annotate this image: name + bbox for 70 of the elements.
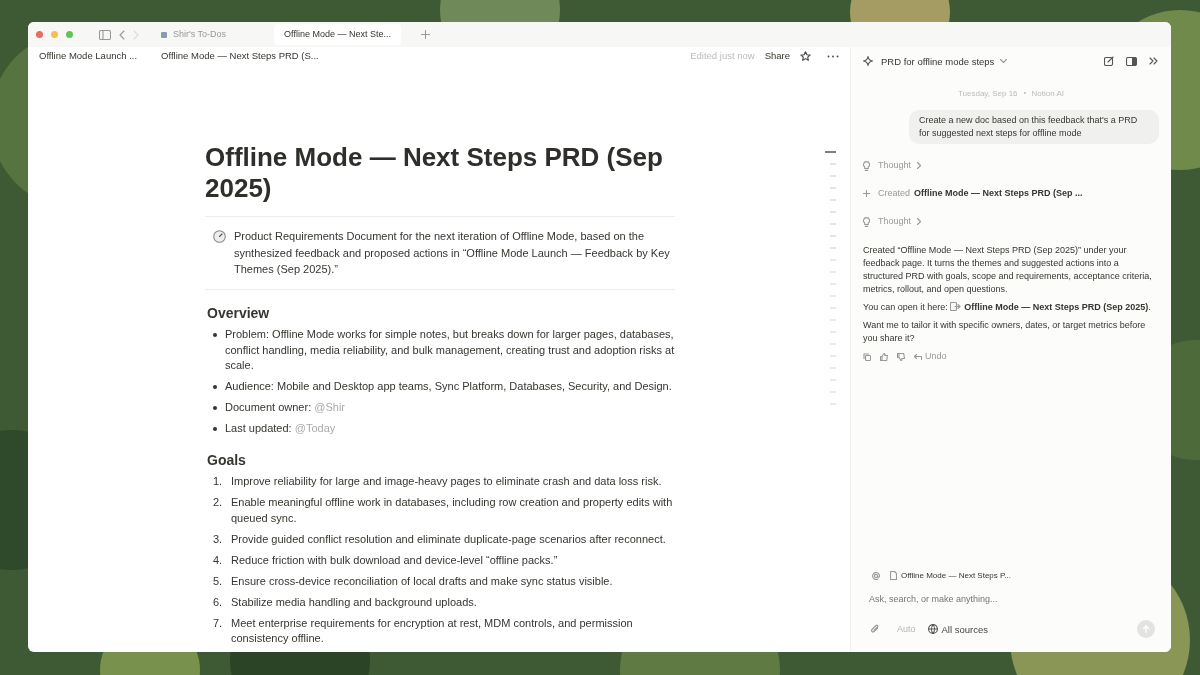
sidebar-icon[interactable] — [99, 29, 111, 40]
chat-input[interactable]: Ask, search, or make anything... — [869, 593, 1149, 606]
list-number: 2. — [213, 495, 223, 510]
copy-icon[interactable] — [863, 352, 871, 361]
page-icon — [161, 31, 167, 38]
list-item-text: Improve reliability for large and image-heavy pages to eliminate crash and data loss risk. — [231, 474, 662, 489]
undo-icon — [914, 353, 922, 360]
breadcrumb-link[interactable]: Offline Mode — Next Steps PRD (S... — [161, 48, 319, 64]
share-button[interactable]: Share — [764, 48, 790, 64]
list-item-text: Last updated: @Today — [225, 421, 336, 436]
list-item-text: Document owner: @Shir — [225, 400, 345, 415]
bullet-icon — [213, 427, 217, 431]
list-item-text: Audience: Mobile and Desktop app teams, Sync Platform, Databases, Security, and Design. — [225, 379, 672, 394]
collapse-icon[interactable] — [1149, 57, 1159, 65]
list-item-text: Enable meaningful offline work in databases, including row creation and property edits with queued sync. — [231, 495, 674, 526]
stopwatch-icon — [213, 230, 226, 243]
add-tab-icon[interactable] — [420, 30, 430, 39]
chevron-right-icon — [917, 162, 922, 169]
thumbs-down-icon[interactable] — [897, 352, 905, 361]
section-heading: Overview — [207, 305, 271, 321]
lightbulb-icon — [863, 216, 870, 227]
at-icon[interactable] — [872, 571, 880, 580]
thumbs-up-icon[interactable] — [880, 352, 888, 361]
reply-text: You can open it here: Offline Mode — Next Steps PRD (Sep 2025). — [863, 301, 1152, 314]
browser-tab[interactable]: Offline Mode — Next Ste... — [274, 23, 401, 46]
list-number: 7. — [213, 615, 223, 631]
created-page-link[interactable]: Created Offline Mode — Next Steps PRD (Sep ... — [878, 187, 1083, 200]
list-item-text: Ensure cross-device reconciliation of local drafts and make sync status visible. — [231, 573, 613, 589]
paperclip-icon[interactable] — [871, 624, 879, 634]
chevron-down-icon — [1000, 59, 1008, 63]
sparkle-icon — [863, 56, 873, 66]
list-item-text: Reduce friction with bulk download and device-level “offline packs.” — [231, 552, 558, 568]
page-icon — [890, 571, 897, 580]
section-heading: Goals — [207, 452, 247, 468]
plus-icon — [863, 190, 870, 197]
chat-title-dropdown[interactable]: PRD for offline mode steps — [881, 54, 1008, 68]
lightbulb-icon — [863, 160, 870, 171]
page-arrow-icon — [950, 302, 962, 311]
arrow-up-icon — [1142, 624, 1150, 634]
star-icon[interactable] — [800, 50, 811, 62]
reply-text: Created “Offline Mode — Next Steps PRD (Sep 2025)” under your feedback page. It turns the themes and suggested actions into a structured PRD with goals, scope and requirements, acceptance criteria, metrics, rollout, and open questions. — [863, 244, 1153, 296]
list-number: 4. — [213, 552, 223, 568]
maximize-button[interactable] — [66, 31, 73, 38]
page-title: Offline Mode — Next Steps PRD (Sep 2025) — [205, 142, 664, 204]
bullet-icon — [213, 406, 217, 410]
back-icon[interactable] — [119, 29, 125, 40]
sources-selector[interactable]: All sources — [927, 622, 988, 636]
context-chip[interactable]: Offline Mode — Next Steps P... — [890, 569, 1011, 582]
bullet-icon — [213, 385, 217, 389]
list-number: 5. — [213, 573, 223, 589]
bullet-icon — [213, 333, 217, 337]
more-icon[interactable] — [827, 54, 839, 58]
list-item-text: Problem: Offline Mode works for simple notes, but breaks down for larger pages, databases, conflict handling, media reliability, and bulk management, creating trust and adoption risks at scale. — [225, 327, 675, 373]
user-message: Create a new doc based on this feedback that's a PRD for suggested next steps for offline mode — [909, 110, 1159, 144]
list-item-text: Provide guided conflict resolution and eliminate duplicate-page scenarios after reconnect. — [231, 531, 666, 547]
list-number: 1. — [213, 474, 223, 489]
list-item-text: Meet enterprise requirements for encryption at rest, MDM controls, and permission consistency offline. — [231, 615, 634, 646]
compose-icon[interactable] — [1104, 56, 1114, 66]
panel-icon[interactable] — [1126, 56, 1137, 66]
globe-icon — [927, 624, 938, 634]
list-item-text: Stabilize media handling and background uploads. — [231, 594, 477, 610]
callout-text: Product Requirements Document for the next iteration of Offline Mode, based on the synthesized feedback and proposed actions in “Offline Mode Launch — Feedback by Key Themes (Sep 2025).” — [234, 229, 671, 277]
edited-status: Edited just now — [690, 48, 755, 63]
close-button[interactable] — [36, 31, 43, 38]
list-number: 3. — [213, 531, 223, 547]
breadcrumb-link[interactable]: Offline Mode Launch ... — [39, 48, 138, 64]
reply-text: Want me to tailor it with specific owners, dates, or target metrics before you share it? — [863, 319, 1147, 345]
chevron-right-icon — [917, 218, 922, 225]
list-number: 6. — [213, 594, 223, 610]
minimize-button[interactable] — [51, 31, 58, 38]
